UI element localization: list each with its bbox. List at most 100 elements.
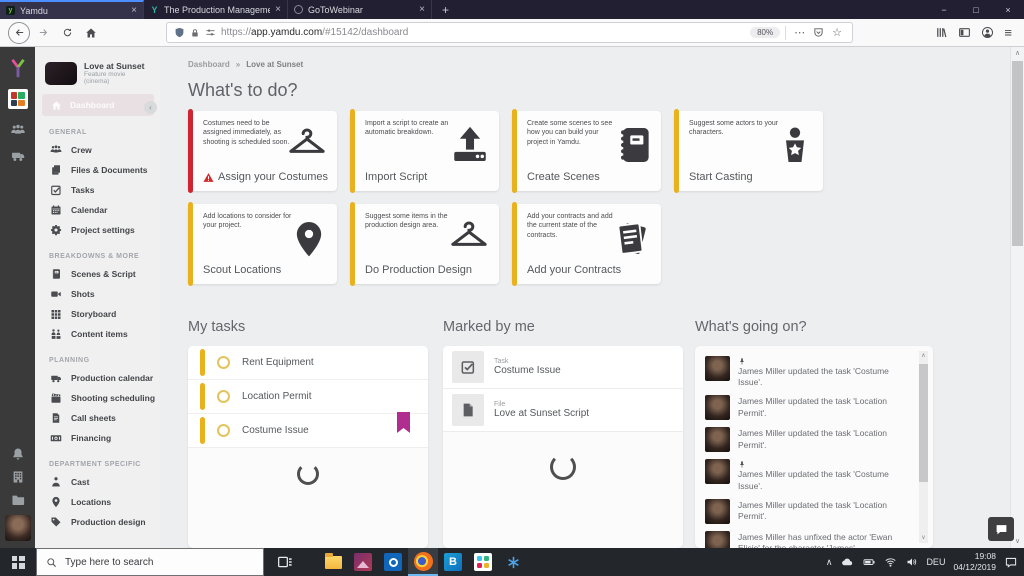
- feed-item[interactable]: James Miller updated the task 'Costume I…: [705, 356, 907, 388]
- marked-item-task[interactable]: Task Costume Issue: [443, 346, 683, 389]
- card-start-casting[interactable]: Suggest some actors to your characters. …: [674, 111, 823, 191]
- strip-crew-icon[interactable]: [10, 123, 25, 138]
- company-icon[interactable]: [11, 470, 25, 484]
- task-row-rent-equipment[interactable]: Rent Equipment: [188, 346, 428, 380]
- sidebar-item-production-calendar[interactable]: Production calendar: [35, 368, 160, 388]
- sidebar-item-calendar[interactable]: Calendar: [35, 200, 160, 220]
- sidebar-item-content-items[interactable]: Content items: [35, 324, 160, 344]
- scroll-up-icon[interactable]: ∧: [1011, 47, 1024, 60]
- sidebar-collapse-button[interactable]: ‹: [144, 101, 157, 114]
- pocket-icon[interactable]: [813, 27, 824, 38]
- menu-icon[interactable]: ≡: [1004, 25, 1012, 40]
- library-icon[interactable]: [935, 26, 948, 39]
- card-production-design[interactable]: Suggest some items in the production des…: [350, 204, 499, 284]
- tab-close-icon[interactable]: ×: [419, 4, 425, 15]
- onedrive-cloud-icon[interactable]: [840, 556, 854, 568]
- card-import-script[interactable]: Import a script to create an automatic b…: [350, 111, 499, 191]
- media-app-icon[interactable]: [348, 548, 378, 576]
- yamdu-logo-icon[interactable]: [8, 58, 27, 79]
- lock-icon[interactable]: [190, 28, 200, 38]
- feed-scrollbar[interactable]: ∧ ∨: [919, 351, 928, 543]
- project-header[interactable]: Love at Sunset Feature movie (cinema): [45, 61, 152, 85]
- url-bar[interactable]: https://app.yamdu.com/#15142/dashboard 8…: [166, 22, 853, 43]
- tab-close-icon[interactable]: ×: [275, 4, 281, 15]
- task-row-location-permit[interactable]: Location Permit: [188, 380, 428, 414]
- feed-scrollbar-thumb[interactable]: [919, 364, 928, 482]
- tab-close-icon[interactable]: ×: [131, 5, 137, 16]
- task-status-circle[interactable]: [217, 424, 230, 437]
- home-button[interactable]: [80, 22, 102, 44]
- breadcrumb-dashboard[interactable]: Dashboard: [188, 60, 230, 69]
- card-create-scenes[interactable]: Create some scenes to see how you can bu…: [512, 111, 661, 191]
- zoom-level-badge[interactable]: 80%: [750, 27, 780, 38]
- tab-production-management[interactable]: Y The Production Management S ×: [144, 0, 288, 19]
- sidebar-item-tasks[interactable]: Tasks: [35, 180, 160, 200]
- tab-gotowebinar[interactable]: GoToWebinar ×: [288, 0, 432, 19]
- reload-button[interactable]: [56, 22, 78, 44]
- file-explorer-icon[interactable]: [318, 548, 348, 576]
- task-row-costume-issue[interactable]: Costume Issue: [188, 414, 428, 448]
- start-button[interactable]: [0, 548, 36, 576]
- task-view-button[interactable]: [270, 548, 300, 576]
- back-button[interactable]: [8, 22, 30, 44]
- sidebar-item-storyboard[interactable]: Storyboard: [35, 304, 160, 324]
- marked-item-file[interactable]: File Love at Sunset Script: [443, 389, 683, 432]
- account-icon[interactable]: [981, 26, 994, 39]
- sidebar-item-project-settings[interactable]: Project settings: [35, 220, 160, 240]
- page-scrollbar[interactable]: ∧ ∨: [1010, 47, 1024, 548]
- volume-icon[interactable]: [905, 556, 918, 568]
- notifications-bell-icon[interactable]: [11, 447, 25, 461]
- user-avatar[interactable]: [5, 515, 31, 541]
- sidebar-item-cast[interactable]: Cast: [35, 472, 160, 492]
- sidebar-item-scenes-script[interactable]: Scenes & Script: [35, 264, 160, 284]
- new-tab-button[interactable]: +: [432, 0, 459, 19]
- page-actions-icon[interactable]: ⋯: [791, 26, 808, 39]
- permissions-icon[interactable]: [205, 27, 216, 38]
- tray-expand-icon[interactable]: ∧: [826, 557, 833, 568]
- page-scrollbar-thumb[interactable]: [1012, 61, 1023, 246]
- scroll-down-icon[interactable]: ∨: [919, 533, 928, 543]
- teams-app-icon[interactable]: [498, 548, 528, 576]
- tab-yamdu[interactable]: y Yamdu ×: [0, 0, 144, 19]
- sidebars-icon[interactable]: [958, 26, 971, 39]
- keyboard-language[interactable]: DEU: [926, 557, 945, 567]
- taskbar-clock[interactable]: 19:08 04/12/2019: [953, 551, 996, 573]
- wifi-icon[interactable]: [884, 556, 897, 568]
- feed-item[interactable]: James Miller has unfixed the actor 'Ewan…: [705, 531, 907, 548]
- sidebar-item-files-documents[interactable]: Files & Documents: [35, 160, 160, 180]
- taskbar-search[interactable]: Type here to search: [36, 548, 264, 576]
- window-close-button[interactable]: ×: [992, 0, 1024, 19]
- battery-icon[interactable]: [862, 556, 876, 568]
- slack-icon[interactable]: [468, 548, 498, 576]
- card-add-contracts[interactable]: Add your contracts and add the current s…: [512, 204, 661, 284]
- scroll-up-icon[interactable]: ∧: [919, 351, 928, 361]
- sidebar-item-production-design[interactable]: Production design: [35, 512, 160, 532]
- chat-button[interactable]: [988, 517, 1014, 541]
- card-scout-locations[interactable]: Add locations to consider for your proje…: [188, 204, 337, 284]
- feed-item[interactable]: James Miller updated the task 'Costume I…: [705, 459, 907, 491]
- card-assign-costumes[interactable]: Costumes need to be assigned immediately…: [188, 111, 337, 191]
- action-center-icon[interactable]: [1004, 556, 1018, 569]
- project-shortcut-icon[interactable]: [8, 89, 28, 109]
- strip-production-icon[interactable]: [10, 148, 25, 163]
- forward-button[interactable]: [32, 22, 54, 44]
- firefox-icon[interactable]: [408, 548, 438, 576]
- feed-item[interactable]: James Miller updated the task 'Location …: [705, 499, 907, 524]
- projects-folder-icon[interactable]: [11, 493, 25, 507]
- sidebar-item-shooting-scheduling[interactable]: Shooting scheduling: [35, 388, 160, 408]
- sidebar-item-financing[interactable]: Financing: [35, 428, 160, 448]
- feed-item[interactable]: James Miller updated the task 'Location …: [705, 427, 907, 452]
- sidebar-item-crew[interactable]: Crew: [35, 140, 160, 160]
- url-text[interactable]: https://app.yamdu.com/#15142/dashboard: [221, 27, 745, 38]
- window-restore-button[interactable]: □: [960, 0, 992, 19]
- task-status-circle[interactable]: [217, 390, 230, 403]
- sidebar-item-call-sheets[interactable]: Call sheets: [35, 408, 160, 428]
- tracking-shield-icon[interactable]: [174, 27, 185, 38]
- task-status-circle[interactable]: [217, 356, 230, 369]
- sidebar-item-locations[interactable]: Locations: [35, 492, 160, 512]
- window-minimize-button[interactable]: −: [928, 0, 960, 19]
- feed-item[interactable]: James Miller updated the task 'Location …: [705, 395, 907, 420]
- bing-app-icon[interactable]: B: [438, 548, 468, 576]
- sidebar-item-dashboard[interactable]: Dashboard: [42, 94, 154, 116]
- bookmark-star-icon[interactable]: ☆: [829, 26, 845, 39]
